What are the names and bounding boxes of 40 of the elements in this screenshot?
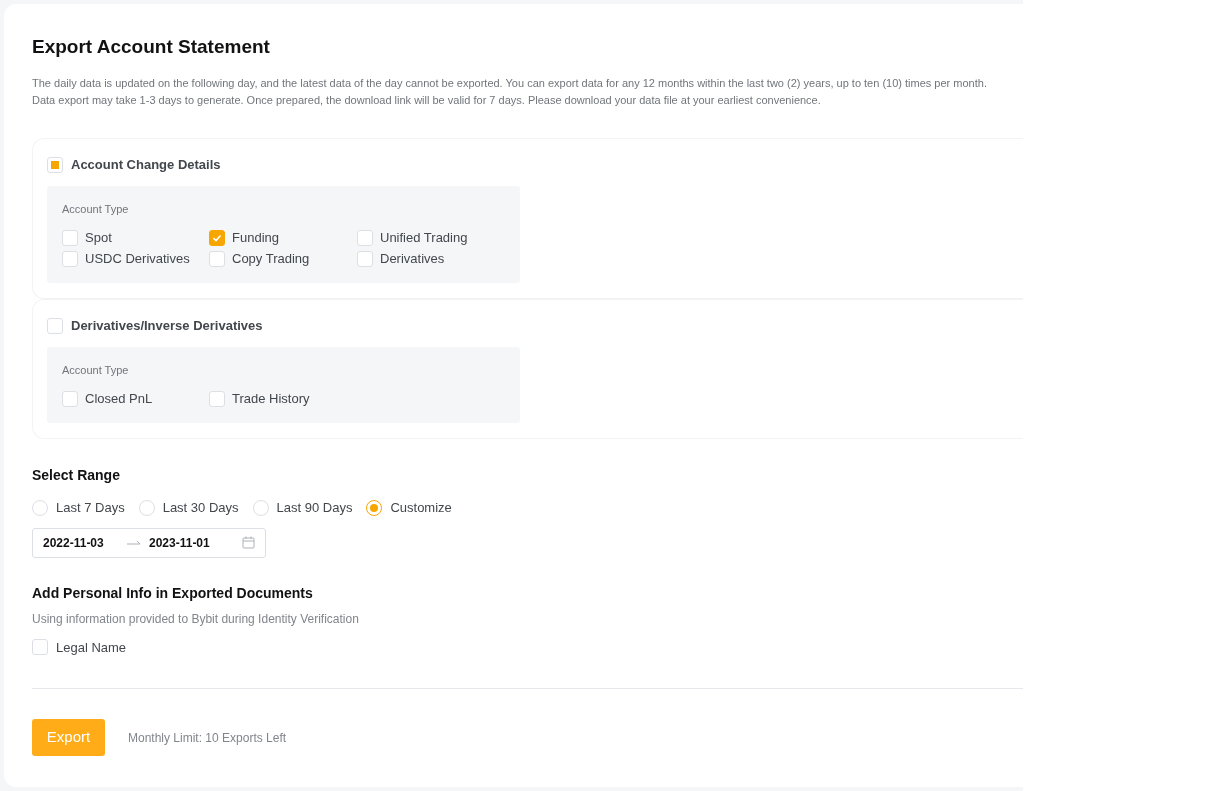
radio-label: Last 7 Days bbox=[56, 499, 125, 517]
checkbox[interactable] bbox=[209, 391, 225, 407]
option-label: Unified Trading bbox=[380, 230, 468, 246]
checkbox[interactable] bbox=[62, 391, 78, 407]
checkbox[interactable] bbox=[209, 251, 225, 267]
option-label: Legal Name bbox=[56, 638, 127, 657]
start-date: 2022-11-03 bbox=[43, 534, 105, 552]
section-title: Add Personal Info in Exported Documents bbox=[32, 583, 313, 603]
checkbox[interactable] bbox=[47, 157, 63, 173]
radio-label: Customize bbox=[390, 499, 452, 517]
end-date: 2023-11-01 bbox=[149, 534, 210, 552]
checkbox[interactable] bbox=[62, 251, 78, 267]
description-text: The daily data is updated on the following day, and the latest data of the day cannot be exported. You can export data for any 12 months within the last two (2) years, up to ten (10) times per month. bbox=[32, 76, 987, 91]
radio-label: Last 30 Days bbox=[162, 499, 239, 517]
limit-text: Monthly Limit: 10 Exports Left bbox=[128, 729, 287, 747]
option-label: Copy Trading bbox=[232, 251, 310, 267]
group-label: Account Type bbox=[62, 202, 129, 216]
checkbox[interactable] bbox=[47, 318, 63, 334]
option-label: Trade History bbox=[232, 391, 310, 407]
check-icon bbox=[212, 233, 222, 243]
section-subtitle: Using information provided to Bybit during Identity Verification bbox=[32, 610, 359, 628]
section-label: Derivatives/Inverse Derivatives bbox=[71, 318, 263, 334]
group-label: Account Type bbox=[62, 363, 129, 377]
option-label: Spot bbox=[85, 230, 112, 246]
option-label: Derivatives bbox=[380, 251, 445, 267]
option-label: Funding bbox=[232, 230, 279, 246]
section-title: Select Range bbox=[32, 466, 120, 485]
page-title: Export Account Statement bbox=[32, 35, 270, 59]
checkbox[interactable] bbox=[32, 639, 48, 656]
radio-label: Last 90 Days bbox=[276, 499, 353, 517]
calendar-icon[interactable] bbox=[242, 536, 255, 549]
option-label: Closed PnL bbox=[85, 391, 153, 407]
checkbox[interactable] bbox=[357, 251, 373, 267]
checkbox[interactable] bbox=[209, 230, 225, 246]
checkbox[interactable] bbox=[62, 230, 78, 246]
date-range-field[interactable]: 2022-11-03 2023-11-01 bbox=[32, 527, 266, 558]
description-text: Data export may take 1-3 days to generate. Once prepared, the download link will be valid for 7 days. Please download your data file at your earliest convenience. bbox=[32, 93, 821, 108]
checkbox[interactable] bbox=[357, 230, 373, 246]
section-label: Account Change Details bbox=[71, 157, 221, 173]
option-label: USDC Derivatives bbox=[85, 251, 190, 267]
